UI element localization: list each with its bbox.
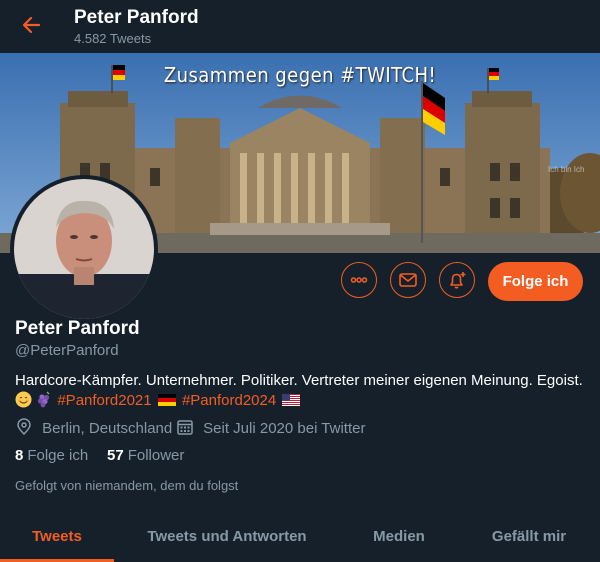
- profile-tabs: Tweets Tweets und Antworten Medien Gefäl…: [0, 511, 600, 562]
- tab-media[interactable]: Medien: [340, 511, 458, 562]
- bio-text: Hardcore-Kämpfer. Unternehmer. Politiker…: [15, 372, 583, 389]
- following-label: Folge ich: [27, 447, 89, 464]
- notify-button[interactable]: [439, 262, 475, 298]
- following-link[interactable]: 8 Folge ich: [15, 447, 88, 464]
- hashtag-link-1[interactable]: #Panford2021: [57, 392, 151, 409]
- followers-link[interactable]: 57 Follower: [107, 447, 184, 464]
- more-button[interactable]: [341, 262, 377, 298]
- following-count: 8: [15, 447, 24, 464]
- followed-by-text: Gefolgt von niemandem, dem du folgst: [15, 478, 239, 493]
- joined-text: Seit Juli 2020 bei Twitter: [203, 420, 366, 437]
- top-bar: Peter Panford 4.582 Tweets: [0, 0, 600, 53]
- smiling-face-icon: [15, 391, 32, 414]
- calendar-icon: [176, 420, 203, 437]
- tab-tweets-and-replies[interactable]: Tweets und Antworten: [114, 511, 340, 562]
- profile-joined: Seit Juli 2020 bei Twitter: [176, 418, 365, 437]
- usa-flag-icon: [282, 392, 301, 406]
- hashtag-link-2[interactable]: #Panford2024: [182, 392, 276, 409]
- banner-caption: Zusammen gegen #TWITCH!: [163, 63, 437, 87]
- banner-watermark: Ich bin Ich: [548, 165, 585, 174]
- location-pin-icon: [15, 418, 42, 437]
- tweet-count: 4.582 Tweets: [74, 31, 152, 46]
- profile-photo: [14, 179, 154, 319]
- profile-name: Peter Panford: [15, 318, 140, 339]
- profile-bio: Hardcore-Kämpfer. Unternehmer. Politiker…: [15, 371, 595, 414]
- grapes-icon: [36, 391, 53, 414]
- tab-likes[interactable]: Gefällt mir: [458, 511, 600, 562]
- followers-label: Follower: [127, 447, 185, 464]
- header-title: Peter Panford: [74, 7, 199, 28]
- profile-handle: @PeterPanford: [15, 342, 119, 359]
- germany-flag-icon: [157, 392, 176, 406]
- location-text: Berlin, Deutschland: [42, 420, 173, 437]
- profile-location: Berlin, Deutschland: [15, 418, 172, 437]
- tab-tweets[interactable]: Tweets: [0, 511, 114, 562]
- message-button[interactable]: [390, 262, 426, 298]
- avatar[interactable]: [10, 175, 158, 323]
- followers-count: 57: [107, 447, 124, 464]
- back-arrow-icon[interactable]: [19, 12, 45, 38]
- follow-button[interactable]: Folge ich: [488, 262, 583, 301]
